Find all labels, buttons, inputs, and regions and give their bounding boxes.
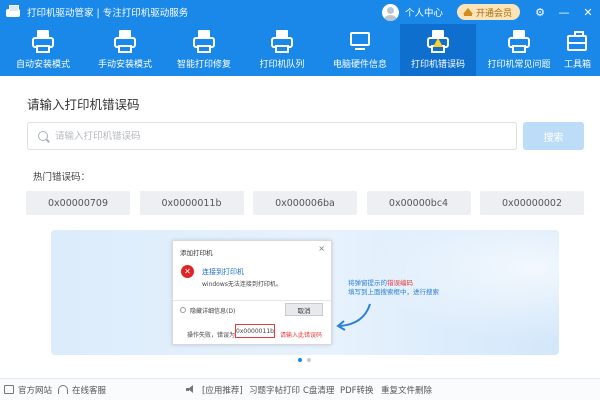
tip-line2: 填写到上面搜索框中，进行搜索 [348, 288, 439, 296]
nav-auto-install[interactable]: 自动安装模式 [0, 24, 86, 76]
footer-link[interactable]: 重复文件删除 [381, 384, 432, 396]
dialog-cancel-button: 取消 [285, 303, 323, 316]
footer-link[interactable]: PDF转换 [340, 384, 374, 396]
vip-button-label: 开通会员 [475, 8, 512, 19]
printer-queue-icon [269, 29, 295, 55]
nav-label: 打印机队列 [259, 60, 305, 70]
tip-highlight: 错误编码 [387, 279, 413, 287]
nav-label: 打印机错误码 [410, 60, 465, 70]
footer-support-label: 在线客服 [72, 385, 107, 396]
hot-code-chip[interactable]: 0x00000bc4 [366, 191, 471, 215]
speaker-icon [186, 385, 196, 394]
avatar-icon[interactable] [381, 3, 399, 21]
carousel-dot[interactable] [307, 358, 311, 362]
printer-icon [30, 29, 56, 55]
nav-label: 手动安装模式 [97, 60, 152, 70]
hot-codes-list: 0x00000709 0x0000011b 0x000006ba 0x00000… [26, 191, 584, 215]
tip-prefix: 将弹窗提示的 [348, 279, 387, 287]
guide-banner: 添加打印机 × ✕ 连接到打印机 windows无法连接到打印机。 隐藏详细信息… [51, 230, 559, 355]
printer-hand-icon [112, 29, 138, 55]
toolbox-icon [564, 29, 590, 55]
arrow-icon [336, 303, 371, 331]
dialog-detail-toggle: 隐藏详细信息(D) [190, 308, 236, 315]
hot-code-chip[interactable]: 0x00000002 [480, 191, 584, 215]
footer-website-link[interactable]: 官方网站 [4, 384, 52, 396]
nav-label: 电脑硬件信息 [332, 60, 387, 70]
printer-question-icon [506, 29, 532, 55]
carousel-dots [298, 358, 316, 362]
nav-label: 工具箱 [564, 60, 592, 70]
headset-icon [58, 385, 68, 394]
dialog-heading: 连接到打印机 [202, 268, 244, 276]
title-bar-controls: 个人中心 开通会员 ⚙ — ✕ [381, 0, 600, 24]
footer-website-label: 官方网站 [18, 385, 53, 396]
nav-hardware-info[interactable]: 电脑硬件信息 [320, 24, 400, 76]
printer-ai-icon [191, 29, 217, 55]
dialog-title: 添加打印机 [180, 249, 213, 257]
nav-smart-repair[interactable]: 智能打印修复 [164, 24, 244, 76]
monitor-icon [347, 29, 373, 55]
banner-tip: 将弹窗提示的错误编码 填写到上面搜索框中，进行搜索 [348, 279, 439, 297]
nav-manual-install[interactable]: 手动安装模式 [86, 24, 164, 76]
vip-button[interactable]: 开通会员 [456, 4, 520, 20]
hot-code-chip[interactable]: 0x0000011b [139, 191, 244, 215]
close-icon: × [318, 244, 325, 253]
hot-code-chip[interactable]: 0x000006ba [253, 191, 357, 215]
nav-print-queue[interactable]: 打印机队列 [244, 24, 320, 76]
dialog-error-code: 0x0000011b [235, 324, 275, 338]
app-title: 打印机驱动管家 | 专注打印机驱动服务 [27, 8, 189, 19]
minimize-icon[interactable]: — [552, 0, 576, 24]
crown-icon [462, 7, 473, 17]
gear-icon[interactable]: ⚙ [528, 0, 552, 24]
nav-toolbox[interactable]: 工具箱 [562, 24, 600, 76]
footer-recommend: [应用推荐] [186, 384, 243, 396]
main-nav: 自动安装模式 手动安装模式 智能打印修复 打印机队列 电脑硬件信息 打印机错误码 [0, 24, 600, 76]
nav-label: 打印机常见问题 [487, 60, 551, 70]
close-icon[interactable]: ✕ [576, 0, 600, 24]
dialog-hint: 请输入此错误码 [280, 332, 323, 339]
radio-icon [180, 307, 186, 313]
footer-recommend-label: [应用推荐] [202, 385, 243, 396]
example-dialog: 添加打印机 × ✕ 连接到打印机 windows无法连接到打印机。 隐藏详细信息… [172, 240, 332, 345]
hot-codes-label: 热门错误码： [33, 172, 91, 183]
app-logo-icon [5, 5, 21, 19]
dialog-fail-text: 操作失败，错误为 [187, 332, 236, 339]
footer-link[interactable]: C盘清理 [303, 384, 334, 396]
hot-code-chip[interactable]: 0x00000709 [26, 191, 130, 215]
search-icon [38, 131, 48, 141]
search-box[interactable] [27, 122, 517, 150]
error-code-input[interactable] [55, 130, 455, 142]
title-bar: 打印机驱动管家 | 专注打印机驱动服务 个人中心 开通会员 ⚙ — ✕ [0, 0, 600, 24]
dialog-message: windows无法连接到打印机。 [202, 281, 282, 288]
nav-label: 智能打印修复 [176, 60, 231, 70]
page-title: 请输入打印机错误码 [27, 97, 140, 112]
nav-faq[interactable]: 打印机常见问题 [476, 24, 562, 76]
footer-support-link[interactable]: 在线客服 [58, 384, 106, 396]
nav-error-code[interactable]: 打印机错误码 [400, 24, 476, 76]
carousel-dot-active[interactable] [298, 358, 302, 362]
user-center-link[interactable]: 个人中心 [405, 5, 443, 19]
footer-link[interactable]: 习题字帖打印 [249, 384, 300, 396]
error-icon: ✕ [181, 265, 194, 278]
monitor-icon [4, 385, 14, 394]
dialog-divider [173, 300, 331, 301]
printer-warning-icon [425, 29, 451, 55]
nav-label: 自动安装模式 [15, 60, 70, 70]
search-button[interactable]: 搜索 [523, 122, 584, 150]
footer-bar: 官方网站 在线客服 [应用推荐] 习题字帖打印 C盘清理 PDF转换 重复文件删… [0, 378, 600, 400]
